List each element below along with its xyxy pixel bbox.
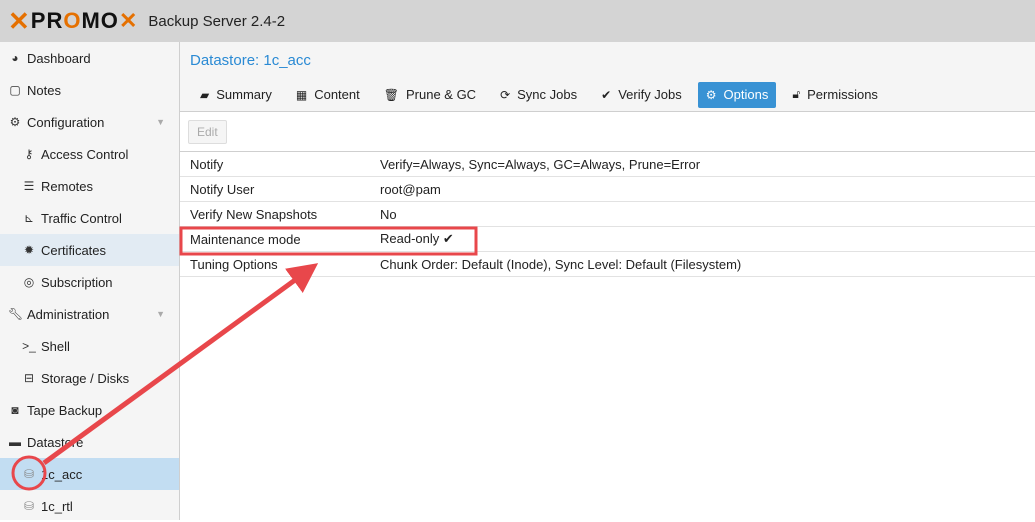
table-row[interactable]: Notify Verify=Always, Sync=Always, GC=Alw… [180,152,1035,177]
sidebar-item-traffic-control[interactable]: ⊾ Traffic Control [0,202,179,234]
label: Certificates [41,242,107,258]
table-row[interactable]: Maintenance mode Read-only ✔ [180,227,1035,252]
database-maintenance-icon: ⛁ [23,467,35,481]
label: Dashboard [27,50,91,66]
sidebar-item-datastore[interactable]: ▬ Datastore [0,426,179,458]
chevron-down-icon[interactable]: ▼ [156,309,165,319]
sidebar-item-dashboard[interactable]: ◕ Dashboard [0,42,179,74]
row-key: Maintenance mode [190,231,301,247]
label: Prune & GC [405,87,477,102]
notes-icon: ▢ [9,83,21,97]
tape-icon: ◙ [11,403,19,417]
database-maintenance-icon: ⛁ [23,499,35,513]
key-icon: ⚷ [24,147,34,161]
certificate-icon: ✹ [23,243,35,257]
label: Notes [27,82,61,98]
gears-icon: ⚙ [9,115,21,129]
row-key: Notify [190,156,224,172]
label: 1c_acc [41,466,83,482]
hdd-icon: ⊟ [23,371,35,385]
label: Tape Backup [27,402,103,418]
proxmox-logo[interactable]: ✕ PR O MO ✕ [8,6,138,37]
label: Configuration [27,114,105,130]
tab-summary[interactable]: ▰ Summary [192,82,280,108]
row-value: root@pam [380,181,441,197]
grid-icon: ▦ [295,87,308,102]
sidebar-item-notes[interactable]: ▢ Notes [0,74,179,106]
label: Summary [216,87,272,102]
unlock-icon: 🔓︎ [792,87,801,101]
sidebar-item-access-control[interactable]: ⚷ Access Control [0,138,179,170]
main-panel: Datastore: 1c_acc ▰ Summary ▦ Content 🗑︎ Pr… [180,42,1035,520]
label: Sync Jobs [517,87,578,102]
row-value: No [380,206,397,222]
label: Verify Jobs [618,87,682,102]
label: Access Control [41,146,129,162]
gear-icon: ⚙ [705,87,717,102]
label: Datastore [27,434,84,450]
toolbar: Edit [180,112,1035,152]
row-value: Read-only ✔ [380,231,454,246]
sidebar-item-storage-disks[interactable]: ⊟ Storage / Disks [0,362,179,394]
support-icon: ◎ [23,275,35,289]
label: 1c_rtl [41,498,73,514]
wrench-icon: 🔧︎ [8,307,24,321]
tab-permissions[interactable]: 🔓︎ Permissions [784,82,886,108]
row-key: Tuning Options [190,256,278,272]
signal-icon: ⊾ [23,211,35,225]
top-header: ✕ PR O MO ✕ Backup Server 2.4-2 [0,0,1035,42]
tab-prune-gc[interactable]: 🗑︎ Prune & GC [376,82,484,108]
dashboard-icon: ◕ [11,51,19,65]
tab-bar: ▰ Summary ▦ Content 🗑︎ Prune & GC ⟳ Sync Job… [180,78,1035,112]
label: Administration [27,306,110,322]
terminal-icon: >_ [22,339,36,353]
logo-text: MO [81,8,119,33]
label: Shell [41,338,70,354]
label: Content [314,87,360,102]
chevron-down-icon[interactable]: ▼ [156,117,165,127]
row-value: Verify=Always, Sync=Always, GC=Always, P… [380,156,701,172]
row-key: Notify User [190,181,255,197]
label: Traffic Control [41,210,122,226]
label: Remotes [41,178,94,194]
sidebar: ◕ Dashboard ▢ Notes ⚙ Configuration ▼ ⚷ Acces… [0,42,180,520]
sidebar-item-1c-rtl[interactable]: ⛁ 1c_rtl [0,490,179,522]
logo-text: O [63,8,82,33]
sidebar-item-tape-backup[interactable]: ◙ Tape Backup [0,394,179,426]
label: Options [723,87,769,102]
sidebar-item-remotes[interactable]: ☰ Remotes [0,170,179,202]
tab-options[interactable]: ⚙ Options [697,81,777,108]
sidebar-item-subscription[interactable]: ◎ Subscription [0,266,179,298]
check-circle-icon: ✔ [601,87,612,102]
tab-sync-jobs[interactable]: ⟳ Sync Jobs [492,82,585,108]
archive-icon: ▬ [9,435,21,449]
product-version: Backup Server 2.4-2 [148,12,286,30]
tab-verify-jobs[interactable]: ✔ Verify Jobs [593,82,690,108]
table-row[interactable]: Verify New Snapshots No [180,202,1035,227]
refresh-icon: ⟳ [500,87,511,102]
table-row[interactable]: Tuning Options Chunk Order: Default (Inod… [180,252,1035,277]
label: Storage / Disks [41,370,130,386]
sidebar-item-shell[interactable]: >_ Shell [0,330,179,362]
options-grid: Notify Verify=Always, Sync=Always, GC=Alw… [180,152,1035,277]
sidebar-item-configuration[interactable]: ⚙ Configuration ▼ [0,106,179,138]
server-icon: ☰ [23,179,35,193]
logo-text: PR [30,8,64,33]
table-row[interactable]: Notify User root@pam [180,177,1035,202]
row-value: Chunk Order: Default (Inode), Sync Level… [380,256,742,272]
sidebar-item-1c-acc[interactable]: ⛁ 1c_acc [0,458,179,490]
book-icon: ▰ [200,87,210,102]
trash-icon: 🗑︎ [383,87,399,102]
page-title: Datastore: 1c_acc [180,42,1035,78]
sidebar-item-administration[interactable]: 🔧︎ Administration ▼ [0,298,179,330]
edit-button[interactable]: Edit [188,119,227,144]
label: Permissions [807,87,878,102]
row-key: Verify New Snapshots [190,206,318,222]
tab-content[interactable]: ▦ Content [288,82,368,108]
label: Subscription [41,274,113,290]
sidebar-item-certificates[interactable]: ✹ Certificates [0,234,179,266]
